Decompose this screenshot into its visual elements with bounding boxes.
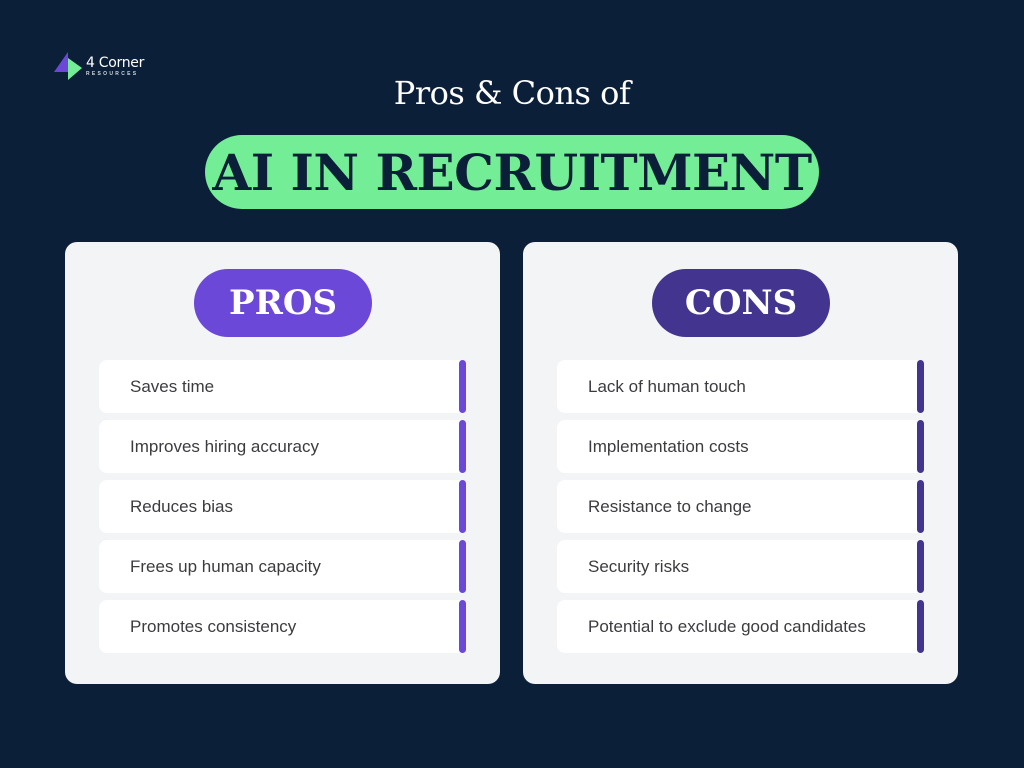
list-item: Improves hiring accuracy <box>99 420 466 473</box>
item-label: Saves time <box>130 376 215 396</box>
list-item: Potential to exclude good candidates <box>557 600 924 653</box>
list-item: Frees up human capacity <box>99 540 466 593</box>
item-label: Promotes consistency <box>130 616 297 636</box>
page-title: AI IN RECRUITMENT <box>212 142 812 202</box>
list-item: Lack of human touch <box>557 360 924 413</box>
cons-label: CONS <box>684 283 798 323</box>
item-label: Lack of human touch <box>588 376 746 396</box>
accent-bar <box>917 360 924 413</box>
list-item: Implementation costs <box>557 420 924 473</box>
page-subtitle: Pros & Cons of <box>393 74 631 112</box>
item-label: Frees up human capacity <box>130 556 321 576</box>
cons-card: CONS Lack of human touch Implementation … <box>523 242 958 684</box>
item-label: Improves hiring accuracy <box>130 436 319 456</box>
list-item: Resistance to change <box>557 480 924 533</box>
list-item: Promotes consistency <box>99 600 466 653</box>
pros-card: PROS Saves time Improves hiring accuracy… <box>65 242 500 684</box>
item-label: Security risks <box>588 556 690 576</box>
item-label: Reduces bias <box>130 496 234 516</box>
list-item: Reduces bias <box>99 480 466 533</box>
accent-bar <box>459 420 466 473</box>
accent-bar <box>459 540 466 593</box>
list-item: Security risks <box>557 540 924 593</box>
accent-bar <box>917 600 924 653</box>
accent-bar <box>917 420 924 473</box>
title-pill: AI IN RECRUITMENT <box>205 135 819 209</box>
accent-bar <box>917 480 924 533</box>
pros-label: PROS <box>229 283 337 323</box>
accent-bar <box>459 360 466 413</box>
accent-bar <box>459 600 466 653</box>
logo-name: 4 Corner <box>86 54 145 71</box>
pros-badge: PROS <box>194 269 372 337</box>
item-label: Potential to exclude good candidates <box>588 616 866 636</box>
accent-bar <box>917 540 924 593</box>
list-item: Saves time <box>99 360 466 413</box>
item-label: Resistance to change <box>588 496 752 516</box>
cons-badge: CONS <box>652 269 830 337</box>
item-label: Implementation costs <box>588 436 749 456</box>
accent-bar <box>459 480 466 533</box>
